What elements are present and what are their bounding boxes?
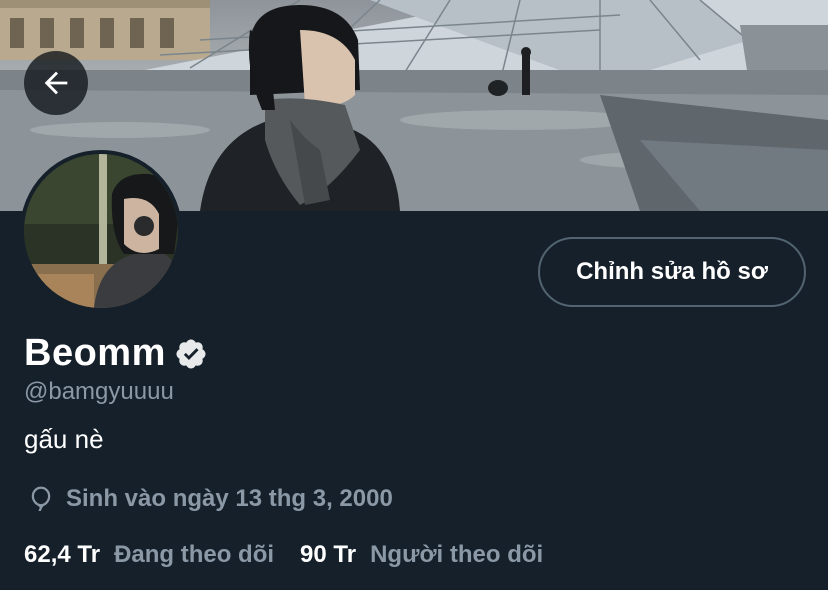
followers-label: Người theo dõi	[370, 541, 544, 568]
edit-profile-button[interactable]: Chỉnh sửa hồ sơ	[538, 237, 806, 307]
avatar-image	[24, 154, 178, 308]
following-link[interactable]: 62,4 Tr Đang theo dõi	[24, 541, 274, 569]
edit-profile-button-label: Chỉnh sửa hồ sơ	[576, 258, 768, 285]
arrow-left-icon	[44, 71, 68, 95]
verified-badge-icon[interactable]	[174, 337, 208, 371]
birthday-text: Sinh vào ngày 13 thg 3, 2000	[66, 485, 393, 512]
back-button[interactable]	[24, 51, 88, 115]
user-handle: @bamgyuuuu	[24, 378, 174, 405]
display-name-row: Beomm	[24, 332, 208, 375]
following-label: Đang theo dõi	[114, 541, 275, 568]
follow-stats: 62,4 Tr Đang theo dõi 90 Tr Người theo d…	[24, 541, 543, 569]
profile-bio: gấu nè	[24, 424, 104, 454]
following-count: 62,4 Tr	[24, 541, 101, 568]
birthday-row: Sinh vào ngày 13 thg 3, 2000	[26, 484, 393, 514]
display-name: Beomm	[24, 332, 166, 374]
balloon-icon	[31, 486, 51, 512]
followers-link[interactable]: 90 Tr Người theo dõi	[300, 541, 543, 569]
followers-count: 90 Tr	[300, 541, 357, 568]
profile-avatar[interactable]	[20, 150, 182, 312]
